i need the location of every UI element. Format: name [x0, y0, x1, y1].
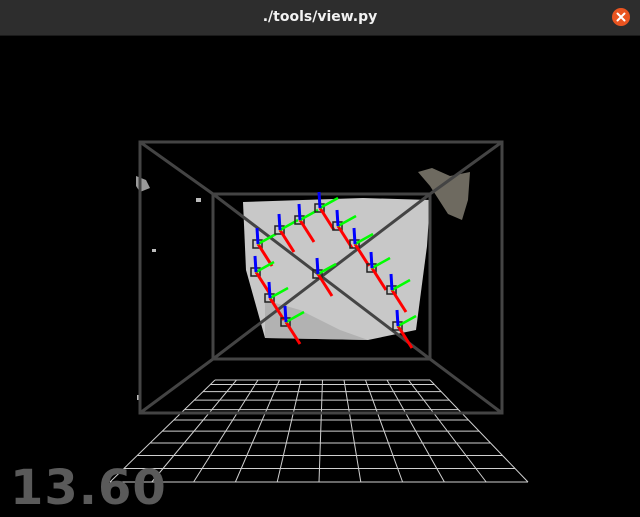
floor-grid [109, 379, 529, 483]
axis-z [352, 227, 357, 245]
axis-z [297, 203, 302, 221]
axis-z [253, 255, 258, 273]
axis-z [255, 227, 260, 245]
fps-readout: 13.60 [10, 460, 167, 516]
window-title: ./tools/view.py [262, 9, 378, 25]
close-button[interactable] [612, 8, 630, 26]
axis-z [283, 305, 288, 323]
axis-z [277, 213, 282, 231]
axis-z [369, 251, 374, 269]
axis-z [389, 273, 394, 291]
axis-z [315, 257, 320, 275]
close-icon [616, 12, 626, 22]
window-titlebar[interactable]: ./tools/view.py [0, 0, 640, 36]
axis-z [317, 191, 322, 209]
axis-z [267, 281, 272, 299]
axis-z [395, 309, 400, 327]
axis-z [335, 209, 340, 227]
scene-canvas[interactable] [0, 36, 640, 517]
3d-viewport[interactable]: 13.60 [0, 36, 640, 517]
